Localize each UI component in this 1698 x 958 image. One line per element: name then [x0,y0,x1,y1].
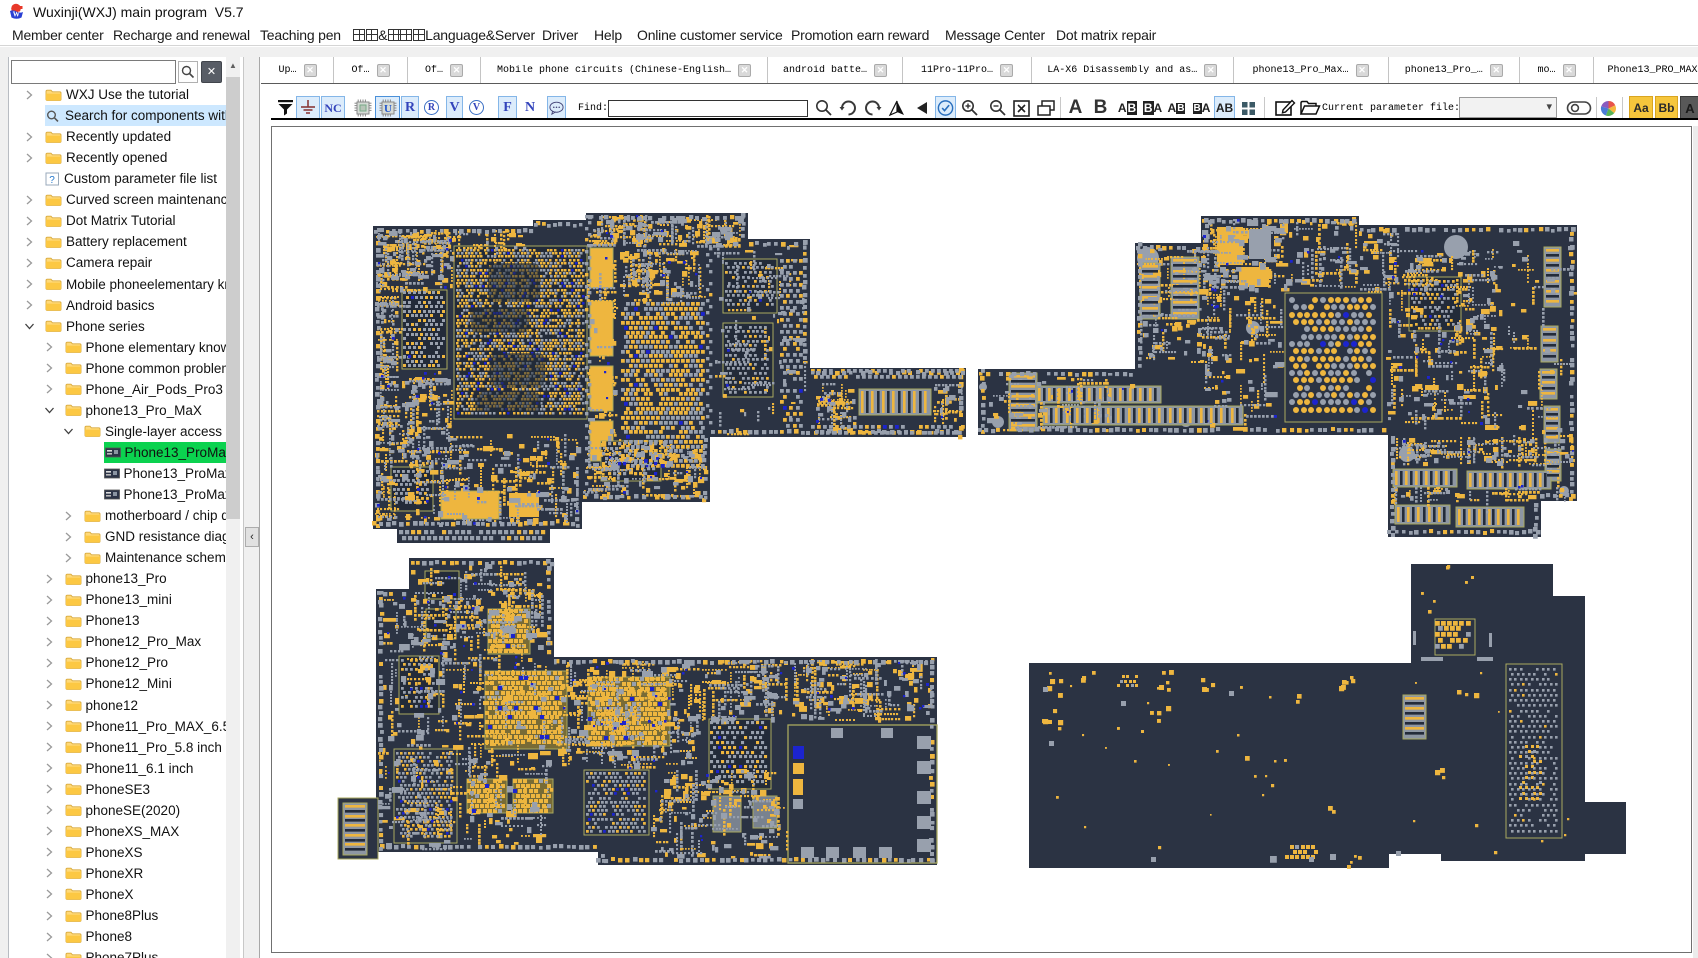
svg-text:U: U [384,103,392,115]
svg-text:?: ? [49,175,55,186]
svg-text:W: W [13,11,20,19]
